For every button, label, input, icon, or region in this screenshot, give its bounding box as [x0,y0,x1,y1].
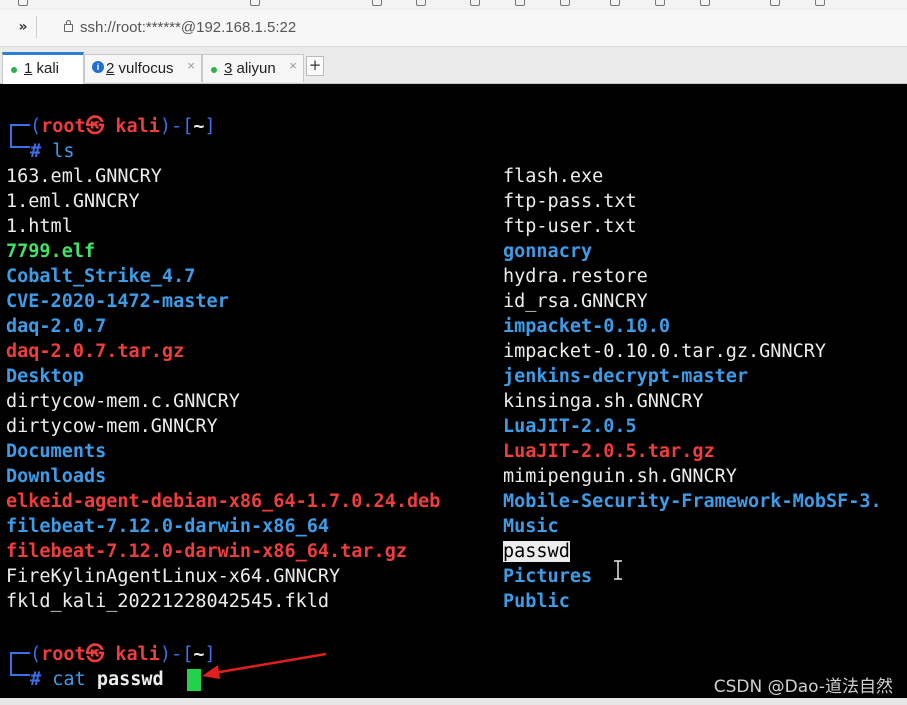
dir-entry[interactable]: Downloads [6,464,106,489]
command-line[interactable]: # cat passwd [30,667,164,692]
annotation-arrow-icon [202,652,327,679]
file-entry[interactable]: fkld_kali_20221228042545.fkld [6,589,329,614]
toolbar-icon[interactable] [416,0,426,6]
prompt-frame [10,664,30,676]
dir-entry[interactable]: daq-2.0.7 [6,314,106,339]
dir-entry[interactable]: Mobile-Security-Framework-MobSF-3. [503,489,882,514]
watermark: CSDN @Dao-道法自然 [713,677,893,697]
archive-entry[interactable]: daq-2.0.7.tar.gz [6,339,184,364]
toolbar-icon[interactable] [770,0,780,6]
toolbar-icon[interactable] [250,0,260,6]
toolbar-icon[interactable] [18,0,28,6]
info-icon: i [92,61,104,73]
toolbar-icon[interactable] [560,0,570,6]
expand-toolbar-button[interactable]: » [10,16,37,38]
archive-entry[interactable]: filebeat-7.12.0-darwin-x86_64.tar.gz [6,539,407,564]
tab-kali[interactable]: 1 kali [2,52,84,84]
file-entry[interactable]: dirtycow-mem.GNNCRY [6,414,218,439]
dir-entry[interactable]: Music [503,514,559,539]
tab-label: kali [32,60,60,77]
toolbar-icon[interactable] [700,0,710,6]
archive-entry[interactable]: elkeid-agent-debian-x86_64-1.7.0.24.deb [6,489,440,514]
dir-entry[interactable]: jenkins-decrypt-master [503,364,748,389]
text-cursor-icon [614,560,622,580]
file-entry[interactable]: id_rsa.GNNCRY [503,289,648,314]
dir-entry[interactable]: LuaJIT-2.0.5 [503,414,637,439]
toolbar-icon[interactable] [815,0,825,6]
file-entry[interactable]: 1.html [6,214,73,239]
file-entry[interactable]: flash.exe [503,164,603,189]
dir-entry[interactable]: filebeat-7.12.0-darwin-x86_64 [6,514,329,539]
dir-entry[interactable]: Desktop [6,364,84,389]
new-tab-button[interactable]: + [306,56,324,76]
file-entry[interactable]: dirtycow-mem.c.GNNCRY [6,389,240,414]
command-line: # ls [30,141,75,162]
lock-icon [64,20,73,32]
file-entry[interactable]: 1.eml.GNNCRY [6,189,140,214]
session-url[interactable]: ssh://root:******@192.168.1.5:22 [80,19,296,36]
dir-entry[interactable]: gonnacry [503,239,592,264]
toolbar-icon[interactable] [372,0,382,6]
tab-label: aliyun [232,60,276,77]
file-entry[interactable]: kinsinga.sh.GNNCRY [503,389,703,414]
dir-entry[interactable]: Pictures [503,564,592,589]
status-strip [0,698,907,705]
close-icon[interactable]: × [187,58,195,73]
file-entry[interactable]: ftp-user.txt [503,214,637,239]
file-entry[interactable]: FireKylinAgentLinux-x64.GNNCRY [6,564,340,589]
address-bar: » ssh://root:******@192.168.1.5:22 [0,10,907,47]
close-icon[interactable]: × [289,58,297,73]
prompt-frame [10,136,30,148]
dir-entry[interactable]: impacket-0.10.0 [503,314,670,339]
toolbar-icon[interactable] [610,0,620,6]
connected-dot-icon [211,67,217,73]
file-entry[interactable]: impacket-0.10.0.tar.gz.GNNCRY [503,339,826,364]
file-entry[interactable]: hydra.restore [503,264,648,289]
tab-label: vulfocus [114,60,174,77]
dir-entry[interactable]: Cobalt_Strike_4.7 [6,264,195,289]
toolbar-strip [0,0,907,8]
dir-entry[interactable]: Documents [6,439,106,464]
toolbar-icon[interactable] [515,0,525,6]
connected-dot-icon [11,67,17,73]
file-entry[interactable]: 163.eml.GNNCRY [6,164,162,189]
file-entry[interactable]: mimipenguin.sh.GNNCRY [503,464,737,489]
toolbar-icon[interactable] [655,0,665,6]
file-entry[interactable]: 7799.elf [6,239,95,264]
dir-entry[interactable]: CVE-2020-1472-master [6,289,229,314]
dir-entry[interactable]: Public [503,589,570,614]
file-entry[interactable]: ftp-pass.txt [503,189,637,214]
toolbar-icon[interactable] [470,0,480,6]
terminal-cursor [187,669,201,691]
terminal[interactable]: (root㉿ kali)-[~] # ls 163.eml.GNNCRY 1.e… [0,84,907,698]
prompt-line: (root㉿ kali)-[~] [30,116,216,137]
tab-aliyun[interactable]: 3 aliyun × [202,54,304,82]
prompt-line: (root㉿ kali)-[~] [30,644,216,665]
archive-entry[interactable]: LuaJIT-2.0.5.tar.gz [503,439,715,464]
tab-vulfocus[interactable]: i 2 vulfocus × [84,54,202,82]
file-entry-selected[interactable]: passwd [503,539,570,564]
tab-bar: 1 kali i 2 vulfocus × 3 aliyun × + [0,47,907,84]
